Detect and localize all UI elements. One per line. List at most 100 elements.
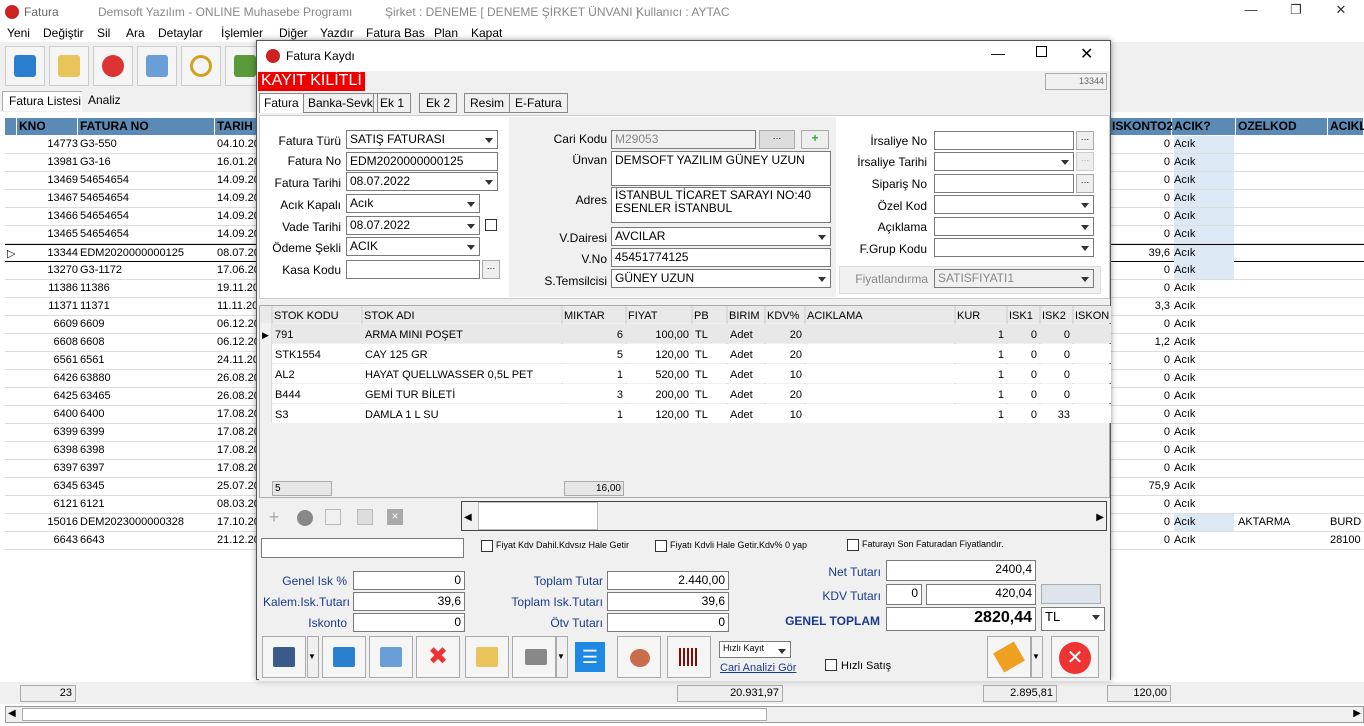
fgrup-kodu-select[interactable] <box>934 238 1094 257</box>
exit-icon[interactable]: ✕ <box>1051 636 1099 678</box>
fiyatlandirma-select[interactable]: SATISFIYATI1 <box>934 269 1094 288</box>
aciklama-select[interactable] <box>934 217 1094 236</box>
col-acikl[interactable]: ACIKL <box>1328 118 1364 135</box>
menu-ara[interactable]: Ara <box>126 26 145 40</box>
calculator-icon[interactable] <box>1041 584 1101 604</box>
scroll-left-icon[interactable]: ◀ <box>8 708 16 719</box>
menu-sil[interactable]: Sil <box>97 26 110 40</box>
fatura-tarihi-field[interactable]: 08.07.2022 <box>346 172 498 191</box>
cari-lookup-button[interactable]: … <box>759 130 795 149</box>
lines-col-stokkodu[interactable]: STOK KODU <box>274 310 339 322</box>
dtab-ek1[interactable]: Ek 1 <box>373 93 412 113</box>
cancel-line-icon[interactable]: × <box>387 509 403 525</box>
currency-select[interactable]: TL <box>1041 607 1105 631</box>
dtab-ek2[interactable]: Ek 2 <box>419 93 458 113</box>
cancel-icon[interactable]: ✖ <box>416 636 460 678</box>
hizli-kayit-select[interactable]: Hızlı Kayıt <box>719 641 791 658</box>
tab-fatura-listesi[interactable]: Fatura Listesi <box>2 91 89 111</box>
close-icon[interactable]: ✕ <box>1326 2 1356 22</box>
lines-col-aciklama[interactable]: ACIKLAMA <box>807 310 863 322</box>
fatura-no-field[interactable]: EDM2020000000125 <box>346 152 498 171</box>
scroll-thumb[interactable] <box>22 708 767 721</box>
cari-kodu-field[interactable]: M29053 <box>611 130 756 149</box>
col-ozelkod[interactable]: OZELKOD <box>1236 118 1328 135</box>
ozel-kod-select[interactable] <box>934 195 1094 214</box>
col-acik[interactable]: ACIK? <box>1172 118 1236 135</box>
dtab-resim[interactable]: Resim <box>464 93 511 113</box>
iskonto-field[interactable]: 0 <box>353 613 465 632</box>
delete-icon[interactable] <box>137 46 177 86</box>
dialog-maximize-icon[interactable] <box>1036 46 1047 57</box>
list-icon[interactable]: ☰ <box>575 642 605 672</box>
vade-checkbox[interactable] <box>485 219 497 231</box>
add-cari-icon[interactable]: + <box>801 130 829 149</box>
genel-isk-field[interactable]: 0 <box>353 571 465 590</box>
menu-degistir[interactable]: Değiştir <box>43 26 84 40</box>
lines-col-miktar[interactable]: MIKTAR <box>564 310 605 322</box>
save-dropdown-icon[interactable]: ▼ <box>307 636 319 678</box>
check-kdvli[interactable] <box>655 540 667 552</box>
remove-line-icon[interactable] <box>297 510 313 526</box>
acik-kapali-select[interactable]: Acık <box>346 194 480 213</box>
barcode-icon[interactable] <box>667 636 711 678</box>
kalem-isk-field[interactable]: 39,6 <box>353 592 465 611</box>
vdairesi-select[interactable]: AVCILAR <box>611 227 831 246</box>
lines-scroll-thumb[interactable] <box>478 502 598 530</box>
lines-col-kur[interactable]: KUR <box>957 310 980 322</box>
menu-diger[interactable]: Diğer <box>279 26 308 40</box>
dialog-minimize-icon[interactable]: — <box>991 45 1005 61</box>
save-icon[interactable] <box>262 636 306 678</box>
menu-fatura-bas[interactable]: Fatura Bas <box>366 26 425 40</box>
hizli-satis-checkbox[interactable] <box>825 659 837 671</box>
odeme-sekli-select[interactable]: ACIK <box>346 237 480 256</box>
dtab-banka[interactable]: Banka-Sevk <box>303 93 378 113</box>
print-dropdown-icon[interactable]: ▼ <box>556 636 568 678</box>
view-icon[interactable] <box>93 46 133 86</box>
menu-yazdir[interactable]: Yazdır <box>320 26 354 40</box>
search-icon[interactable] <box>181 46 221 86</box>
customer-icon[interactable] <box>617 636 661 678</box>
kasa-lookup-button[interactable]: … <box>482 260 500 279</box>
note-field[interactable] <box>261 538 464 558</box>
lines-col-isk2[interactable]: ISK2 <box>1042 310 1066 322</box>
lines-scroll-left-icon[interactable]: ◀ <box>464 512 472 523</box>
irsaliye-lookup-button[interactable]: … <box>1076 131 1094 150</box>
dtab-efatura[interactable]: E-Fatura <box>509 93 568 113</box>
new-invoice-icon[interactable] <box>322 636 366 678</box>
edit-line-icon[interactable] <box>325 509 341 525</box>
col-kno[interactable]: KNO <box>17 118 78 135</box>
minimize-icon[interactable]: — <box>1236 2 1266 22</box>
menu-kapat[interactable]: Kapat <box>471 26 502 40</box>
check-kdv-dahil[interactable] <box>481 540 493 552</box>
lines-col-birim[interactable]: BIRIM <box>729 310 760 322</box>
unvan-field[interactable]: DEMSOFT YAZILIM GÜNEY UZUN <box>611 151 831 186</box>
siparis-lookup-button[interactable]: … <box>1076 174 1094 193</box>
lines-col-fiyat[interactable]: FIYAT <box>628 310 658 322</box>
col-iskonto2[interactable]: ISKONTO2 <box>1110 118 1173 135</box>
main-hscrollbar[interactable]: ◀ ▶ <box>5 706 1364 723</box>
lines-col-kdv[interactable]: KDV% <box>767 310 800 322</box>
menu-islemler[interactable]: İşlemler <box>221 26 263 40</box>
adres-field[interactable]: İSTANBUL TİCARET SARAYI NO:40 ESENLER İST… <box>611 187 831 223</box>
irsaliye-no-field[interactable] <box>934 131 1074 150</box>
lines-hscrollbar[interactable]: ◀ ▶ <box>461 501 1107 531</box>
edit-invoice-icon[interactable] <box>465 636 509 678</box>
dialog-close-icon[interactable]: ✕ <box>1080 44 1093 64</box>
lines-col-stokadi[interactable]: STOK ADI <box>364 310 415 322</box>
kasa-kodu-field[interactable] <box>346 260 480 279</box>
irsaliye-tarih-button[interactable]: … <box>1076 152 1094 171</box>
lines-col-iskon[interactable]: ISKON <box>1075 310 1109 322</box>
lines-scroll-right-icon[interactable]: ▶ <box>1096 512 1104 523</box>
print-icon[interactable] <box>512 636 556 678</box>
irsaliye-tarihi-field[interactable] <box>934 152 1074 171</box>
menu-detaylar[interactable]: Detaylar <box>158 26 203 40</box>
vno-field[interactable]: 45451774125 <box>611 248 831 267</box>
siparis-no-field[interactable] <box>934 174 1074 193</box>
menu-yeni[interactable]: Yeni <box>7 26 30 40</box>
add-line-icon[interactable]: + <box>264 507 284 527</box>
lines-col-pb[interactable]: PB <box>694 310 709 322</box>
new-record-icon[interactable] <box>5 46 45 86</box>
vade-tarihi-field[interactable]: 08.07.2022 <box>346 216 480 235</box>
scroll-right-icon[interactable]: ▶ <box>1353 708 1361 719</box>
save-line-icon[interactable] <box>357 509 373 525</box>
